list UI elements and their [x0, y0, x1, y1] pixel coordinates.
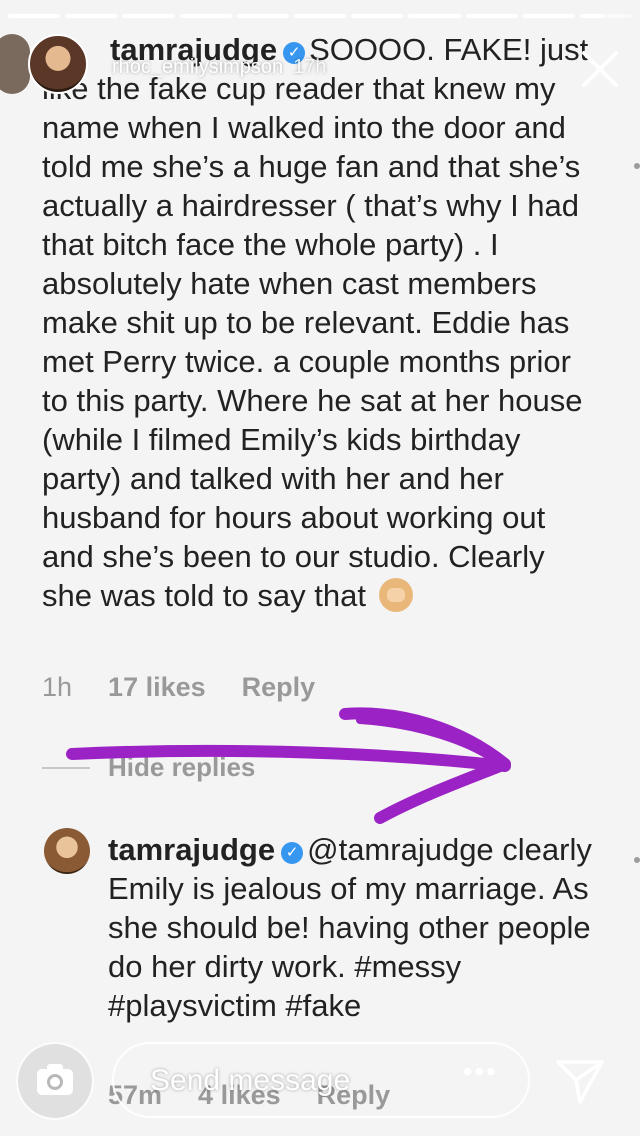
story-time: 17h: [293, 56, 327, 78]
story-progress-fill: [351, 14, 404, 18]
story-progress-segment: [179, 14, 232, 18]
story-progress-segment: [65, 14, 118, 18]
story-progress-fill: [408, 14, 461, 18]
story-progress-fill: [522, 14, 575, 18]
story-author-username[interactable]: rhoc_emilysimpson 17h: [112, 56, 327, 79]
reply-text: tamrajudge ✓ @tamrajudge clearly Emily is …: [108, 830, 608, 1025]
verified-badge-icon: ✓: [281, 842, 304, 864]
camera-button[interactable]: [16, 1042, 94, 1120]
story-progress-segment: [8, 14, 61, 18]
comment-text: tamrajudge ✓ SOOOO. FAKE! just like the fa…: [42, 30, 602, 615]
story-progress-fill: [122, 14, 175, 18]
story-progress-fill: [65, 14, 118, 18]
story-screen: tamrajudge ✓ SOOOO. FAKE! just like the fa…: [0, 0, 640, 1136]
story-progress-segment: [122, 14, 175, 18]
story-progress-fill: [579, 14, 604, 18]
edge-dot: [634, 163, 640, 169]
reply-avatar[interactable]: [44, 828, 90, 874]
story-progress-segment: [236, 14, 289, 18]
story-progress-segment: [465, 14, 518, 18]
story-progress-segment: [351, 14, 404, 18]
comment-body: like the fake cup reader that knew my na…: [42, 71, 583, 613]
send-direct-icon[interactable]: [552, 1052, 608, 1108]
story-progress-segment: [579, 14, 633, 18]
story-progress-segment: [408, 14, 461, 18]
story-progress-segment: [293, 14, 347, 18]
drawn-arrow-icon: [66, 707, 511, 824]
story-avatar-edge: [0, 34, 30, 94]
edge-dot: [634, 857, 640, 863]
more-options-icon[interactable]: •••: [463, 1056, 498, 1088]
close-icon[interactable]: [578, 47, 622, 91]
reply-mention[interactable]: @tamrajudge: [307, 832, 494, 867]
reply-username[interactable]: tamrajudge: [108, 832, 275, 867]
facepalm-emoji-icon: [378, 578, 413, 612]
story-username: rhoc_emilysimpson: [112, 56, 284, 78]
send-message-input[interactable]: Send message •••: [112, 1042, 530, 1118]
story-progress-segment: [522, 14, 575, 18]
story-progress-fill: [465, 14, 518, 18]
send-message-placeholder: Send message: [150, 1064, 351, 1097]
story-progress-bar: [8, 14, 633, 18]
story-progress-fill: [8, 14, 61, 18]
story-progress-fill: [179, 14, 232, 18]
camera-icon: [37, 1064, 73, 1095]
story-author-avatar[interactable]: [28, 34, 88, 94]
comment-first-line: SOOOO. FAKE! just: [309, 32, 589, 67]
story-progress-fill: [293, 14, 347, 18]
story-progress-fill: [236, 14, 289, 18]
